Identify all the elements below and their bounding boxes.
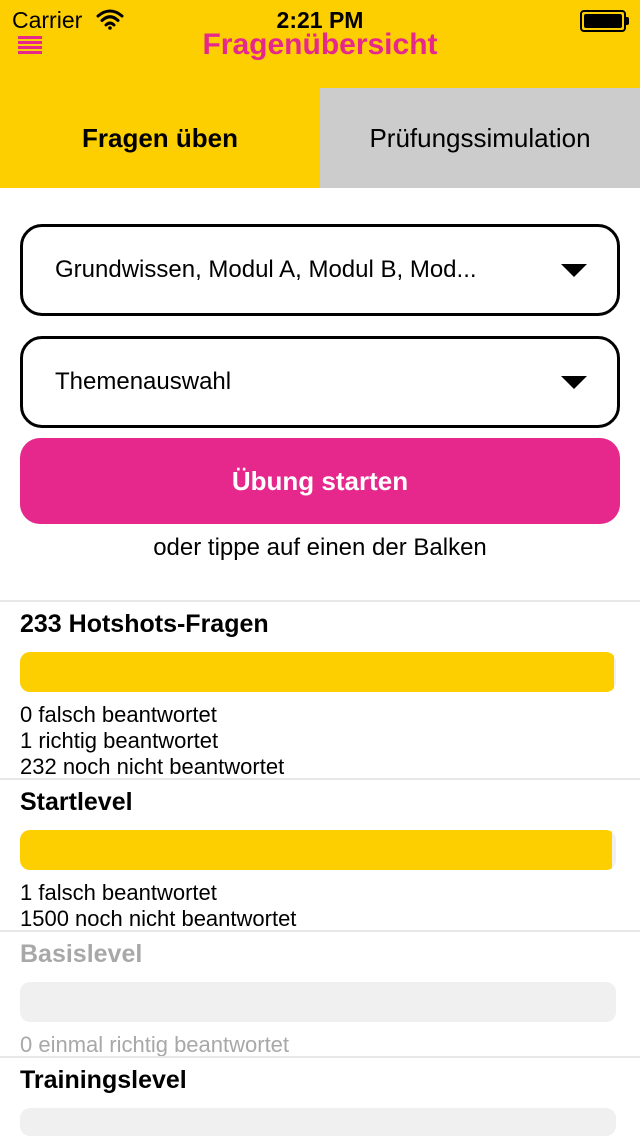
mode-tabs: Fragen üben Prüfungssimulation [0, 88, 640, 188]
stat-line: 0 falsch beantwortet [20, 702, 217, 727]
level-title: Basislevel [20, 940, 143, 968]
level-stats: 0 einmal richtig beantwortet [20, 1032, 289, 1058]
tab-pruefungssimulation[interactable]: Prüfungssimulation [320, 88, 640, 188]
level-basislevel[interactable]: Basislevel 0 einmal richtig beantwortet [0, 940, 640, 1058]
stat-line: 1 falsch beantwortet [20, 880, 217, 905]
level-title: Startlevel [20, 788, 133, 816]
level-progress-bar[interactable] [20, 830, 616, 870]
stat-line: 1500 noch nicht beantwortet [20, 906, 297, 931]
module-select-value: Grundwissen, Modul A, Modul B, Mod... [55, 256, 477, 283]
hint-text: oder tippe auf einen der Balken [153, 534, 487, 561]
level-startlevel[interactable]: Startlevel 1 falsch beantwortet 1500 noc… [0, 788, 640, 932]
stat-line: 0 einmal richtig beantwortet [20, 1032, 290, 1057]
level-trainingslevel[interactable]: Trainingslevel [0, 1066, 640, 1136]
header: Carrier 2:21 PM Fragenübersicht [0, 0, 640, 88]
divider [0, 1056, 640, 1058]
topic-select[interactable]: Themenauswahl [20, 336, 620, 428]
chevron-down-icon [561, 264, 587, 277]
chevron-down-icon [561, 376, 587, 389]
level-hotshots[interactable]: 233 Hotshots-Fragen 0 falsch beantwortet… [0, 610, 640, 780]
level-progress-bar[interactable] [20, 982, 616, 1022]
start-exercise-button[interactable]: Übung starten [20, 438, 620, 524]
level-title: Trainingslevel [20, 1066, 187, 1094]
level-stats: 1 falsch beantwortet 1500 noch nicht bea… [20, 880, 296, 932]
divider [0, 930, 640, 932]
stat-line: 1 richtig beantwortet [20, 728, 219, 753]
level-stats: 0 falsch beantwortet 1 richtig beantwort… [20, 702, 284, 780]
divider [0, 778, 640, 780]
level-progress-bar[interactable] [20, 1108, 616, 1136]
level-title: 233 Hotshots-Fragen [20, 610, 269, 638]
page-title: Fragenübersicht [202, 28, 438, 61]
level-progress-fill [20, 830, 612, 870]
level-progress-fill [20, 652, 614, 692]
stat-line: 232 noch nicht beantwortet [20, 754, 285, 779]
topic-select-value: Themenauswahl [55, 368, 232, 395]
level-progress-bar[interactable] [20, 652, 616, 692]
tab-fragen-ueben[interactable]: Fragen üben [0, 88, 320, 188]
divider [0, 600, 640, 602]
module-select[interactable]: Grundwissen, Modul A, Modul B, Mod... [20, 224, 620, 316]
